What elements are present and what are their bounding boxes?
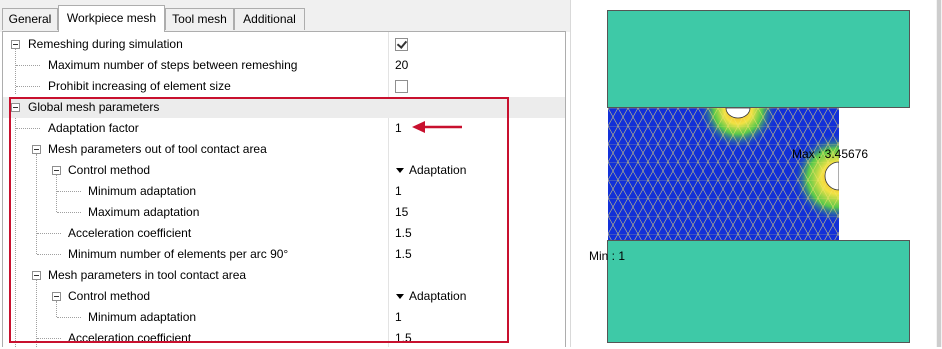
property-value[interactable]: 1.5: [395, 223, 412, 244]
property-label: Adaptation factor: [48, 121, 139, 135]
properties-panel: General Workpiece mesh Tool mesh Additio…: [0, 0, 570, 347]
property-row-remeshing[interactable]: Remeshing during simulation: [3, 34, 565, 55]
property-label: Acceleration coefficient: [68, 226, 192, 240]
dropdown-arrow-icon[interactable]: [396, 294, 404, 299]
property-group-label: Mesh parameters out of tool contact area: [48, 142, 267, 156]
dropdown-arrow-icon[interactable]: [396, 168, 404, 173]
property-row-min-adaptation[interactable]: Minimum adaptation 1: [3, 181, 565, 202]
collapse-icon[interactable]: [52, 166, 61, 175]
max-value-label: Max : 3.45676: [792, 147, 869, 161]
property-label: Prohibit increasing of element size: [48, 79, 231, 93]
property-row-acceleration-contact[interactable]: Acceleration coefficient 1.5: [3, 328, 565, 349]
property-group-label: Mesh parameters in tool contact area: [48, 268, 247, 282]
property-label: Minimum number of elements per arc 90°: [68, 247, 289, 261]
property-value[interactable]: 1.5: [395, 244, 412, 265]
viewer-scrollbar[interactable]: [936, 0, 942, 347]
red-arrow-icon: [412, 121, 462, 133]
property-label: Minimum adaptation: [88, 310, 197, 324]
prohibit-increase-checkbox[interactable]: [395, 80, 408, 93]
workpiece-mesh: [608, 108, 839, 240]
property-label: Remeshing during simulation: [28, 37, 183, 51]
property-row-min-elements-arc[interactable]: Minimum number of elements per arc 90° 1…: [3, 244, 565, 265]
property-value[interactable]: 1: [395, 307, 402, 328]
property-row-acceleration[interactable]: Acceleration coefficient 1.5: [3, 223, 565, 244]
upper-die: [607, 10, 910, 108]
property-value[interactable]: 15: [395, 202, 408, 223]
collapse-icon[interactable]: [11, 103, 20, 112]
tab-general[interactable]: General: [2, 8, 58, 30]
property-value[interactable]: Adaptation: [409, 286, 466, 307]
tab-strip: General Workpiece mesh Tool mesh Additio…: [0, 0, 570, 32]
property-row-max-adaptation[interactable]: Maximum adaptation 15: [3, 202, 565, 223]
property-label: Maximum adaptation: [88, 205, 200, 219]
property-group-out-of-contact[interactable]: Mesh parameters out of tool contact area: [3, 139, 565, 160]
property-row-min-adaptation-contact[interactable]: Minimum adaptation 1: [3, 307, 565, 328]
simulation-viewer[interactable]: Max : 3.45676 Min : 1: [570, 0, 942, 347]
property-value[interactable]: 1: [395, 118, 402, 139]
collapse-icon[interactable]: [32, 145, 41, 154]
collapse-icon[interactable]: [32, 271, 41, 280]
remeshing-checkbox[interactable]: [395, 38, 408, 51]
property-row-adaptation-factor[interactable]: Adaptation factor 1: [3, 118, 565, 139]
property-value[interactable]: 1.5: [395, 328, 412, 349]
property-group-in-contact[interactable]: Mesh parameters in tool contact area: [3, 265, 565, 286]
property-label: Control method: [68, 289, 151, 303]
property-value[interactable]: Adaptation: [409, 160, 466, 181]
property-value[interactable]: 1: [395, 181, 402, 202]
property-row-max-steps[interactable]: Maximum number of steps between remeshin…: [3, 55, 565, 76]
tab-workpiece-mesh[interactable]: Workpiece mesh: [58, 5, 165, 32]
property-group-global-mesh[interactable]: Global mesh parameters: [3, 97, 565, 118]
scrollbar-thumb[interactable]: [937, 0, 941, 347]
min-value-label: Min : 1: [589, 249, 626, 263]
property-row-control-method[interactable]: Control method Adaptation: [3, 160, 565, 181]
property-row-control-method-contact[interactable]: Control method Adaptation: [3, 286, 565, 307]
tab-additional[interactable]: Additional: [234, 8, 305, 30]
property-label: Acceleration coefficient: [68, 331, 192, 345]
property-label: Maximum number of steps between remeshin…: [48, 58, 298, 72]
property-label: Control method: [68, 163, 151, 177]
property-row-prohibit-increase[interactable]: Prohibit increasing of element size: [3, 76, 565, 97]
property-value[interactable]: 20: [395, 55, 408, 76]
collapse-icon[interactable]: [52, 292, 61, 301]
tab-tool-mesh[interactable]: Tool mesh: [165, 8, 234, 30]
property-group-label: Global mesh parameters: [28, 100, 160, 114]
lower-die: [607, 240, 910, 343]
collapse-icon[interactable]: [11, 40, 20, 49]
property-label: Minimum adaptation: [88, 184, 197, 198]
